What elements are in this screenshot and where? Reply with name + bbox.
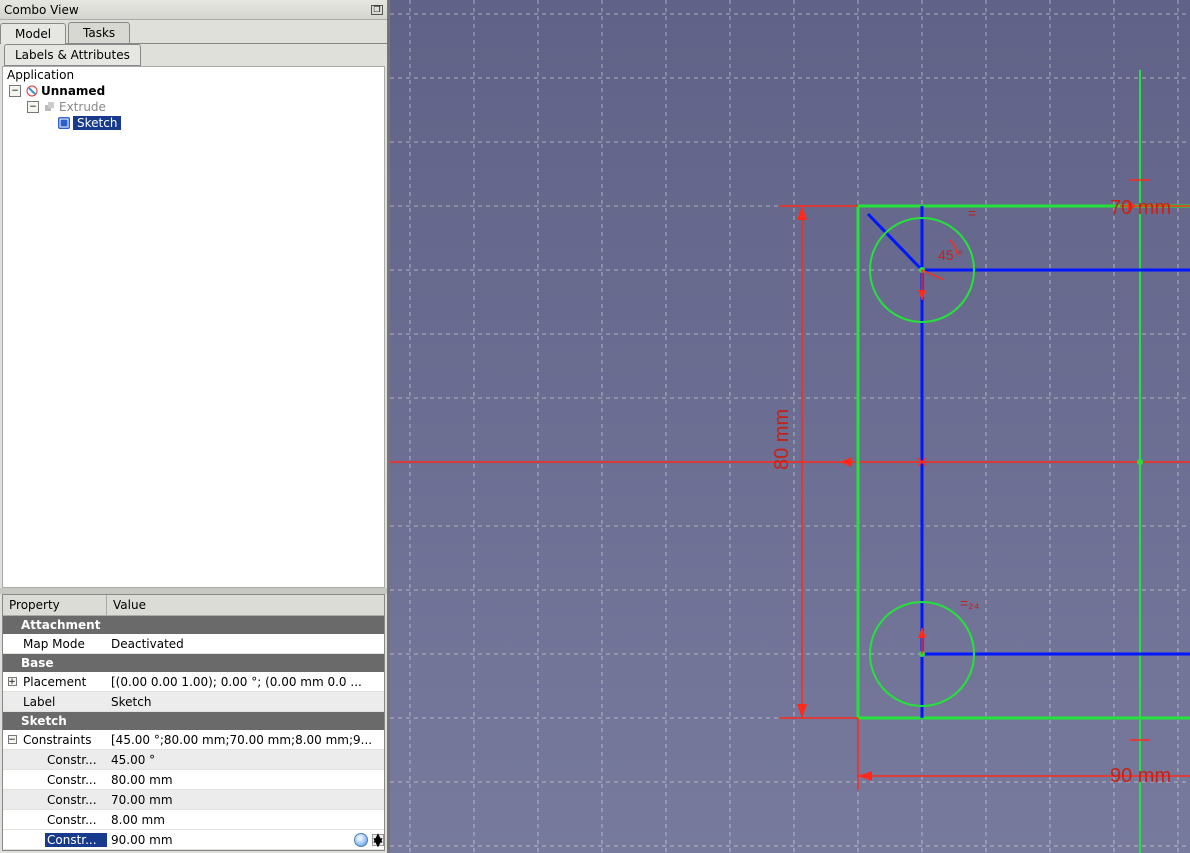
prop-value-editable[interactable]: 90.00 mm ▲▼	[107, 833, 384, 847]
prop-label: Constr...	[45, 833, 107, 847]
dimension-text: 90 mm	[1110, 765, 1171, 787]
prop-label: Constr...	[45, 773, 107, 787]
point[interactable]	[1137, 459, 1143, 465]
expand-icon[interactable]: +	[8, 677, 17, 686]
row-constraints[interactable]: − Constraints [45.00 °;80.00 mm;70.00 mm…	[3, 730, 384, 750]
dimension-text: 45 °	[938, 247, 963, 263]
main-tabs: Model Tasks	[0, 20, 387, 44]
prop-value[interactable]: Sketch	[107, 695, 384, 709]
row-constraint-1[interactable]: Constr... 45.00 °	[3, 750, 384, 770]
prop-label: Label	[21, 695, 107, 709]
sketch-icon	[57, 116, 71, 130]
expression-icon[interactable]	[354, 833, 368, 847]
dimension-45deg[interactable]: 45 ° =	[918, 205, 976, 300]
tree-label: Extrude	[59, 100, 106, 114]
tab-labels-attributes[interactable]: Labels & Attributes	[4, 44, 141, 66]
tree-label: Unnamed	[41, 84, 105, 98]
prop-label: Map Mode	[21, 637, 107, 651]
combo-view-panel: Combo View ❐ Model Tasks Labels & Attrib…	[0, 0, 390, 853]
header-value: Value	[107, 595, 384, 615]
collapse-icon[interactable]: −	[9, 85, 21, 97]
group-attachment[interactable]: Attachment	[3, 616, 384, 634]
prop-value-text: 90.00 mm	[111, 833, 173, 847]
property-grid: Property Value Attachment Map Mode Deact…	[2, 594, 385, 851]
group-base[interactable]: Base	[3, 654, 384, 672]
tree-application[interactable]: Application	[3, 67, 384, 83]
undock-icon[interactable]: ❐	[371, 5, 383, 15]
app-root: Combo View ❐ Model Tasks Labels & Attrib…	[0, 0, 1190, 853]
tree-document[interactable]: − Unnamed	[3, 83, 384, 99]
row-map-mode[interactable]: Map Mode Deactivated	[3, 634, 384, 654]
tree-extrude[interactable]: − Extrude	[3, 99, 384, 115]
group-sketch[interactable]: Sketch	[3, 712, 384, 730]
prop-value[interactable]: 45.00 °	[107, 753, 384, 767]
tree-label: Application	[7, 68, 74, 82]
sketch-canvas[interactable]: 80 mm 90 mm 70 mm 45 °	[390, 0, 1190, 853]
header-property: Property	[3, 595, 107, 615]
model-tree[interactable]: Application − Unnamed − Extrude	[2, 66, 385, 588]
collapse-icon[interactable]: −	[8, 735, 17, 744]
prop-label: Placement	[21, 675, 107, 689]
row-constraint-2[interactable]: Constr... 80.00 mm	[3, 770, 384, 790]
prop-value[interactable]: 70.00 mm	[107, 793, 384, 807]
constraint-equal-24[interactable]: =₂₄	[918, 595, 980, 654]
sub-tabs: Labels & Attributes	[0, 44, 387, 66]
extrude-icon	[43, 100, 57, 114]
constraint-eq-symbol: =	[968, 205, 976, 221]
tree-sketch[interactable]: Sketch	[3, 115, 384, 131]
prop-value[interactable]: [45.00 °;80.00 mm;70.00 mm;8.00 mm;9...	[107, 733, 384, 747]
row-constraint-4[interactable]: Constr... 8.00 mm	[3, 810, 384, 830]
constraint-text: =₂₄	[960, 595, 980, 611]
row-constraint-3[interactable]: Constr... 70.00 mm	[3, 790, 384, 810]
row-placement[interactable]: + Placement [(0.00 0.00 1.00); 0.00 °; (…	[3, 672, 384, 692]
spinner-icon[interactable]: ▲▼	[372, 834, 384, 846]
panel-titlebar[interactable]: Combo View ❐	[0, 0, 387, 20]
row-constraint-5-selected[interactable]: Constr... 90.00 mm ▲▼	[3, 830, 384, 850]
prop-label: Constr...	[45, 813, 107, 827]
prop-value[interactable]: Deactivated	[107, 637, 384, 651]
prop-value[interactable]: [(0.00 0.00 1.00); 0.00 °; (0.00 mm 0.0 …	[107, 675, 384, 689]
panel-title: Combo View	[4, 3, 79, 17]
prop-label: Constr...	[45, 753, 107, 767]
document-icon	[25, 84, 39, 98]
tab-tasks[interactable]: Tasks	[68, 22, 130, 43]
collapse-icon[interactable]: −	[27, 101, 39, 113]
prop-value[interactable]: 8.00 mm	[107, 813, 384, 827]
axis-ticks	[840, 180, 1150, 740]
tree-label-selected: Sketch	[73, 116, 121, 130]
dimension-text: 80 mm	[771, 409, 793, 470]
prop-label: Constraints	[21, 733, 107, 747]
diagonal-edge[interactable]	[868, 214, 922, 270]
row-label[interactable]: Label Sketch	[3, 692, 384, 712]
dimension-text: 70 mm	[1110, 197, 1171, 219]
property-header: Property Value	[3, 595, 384, 616]
prop-label: Constr...	[45, 793, 107, 807]
tab-model[interactable]: Model	[0, 23, 66, 44]
3d-viewport[interactable]: 80 mm 90 mm 70 mm 45 °	[390, 0, 1190, 853]
prop-value[interactable]: 80.00 mm	[107, 773, 384, 787]
